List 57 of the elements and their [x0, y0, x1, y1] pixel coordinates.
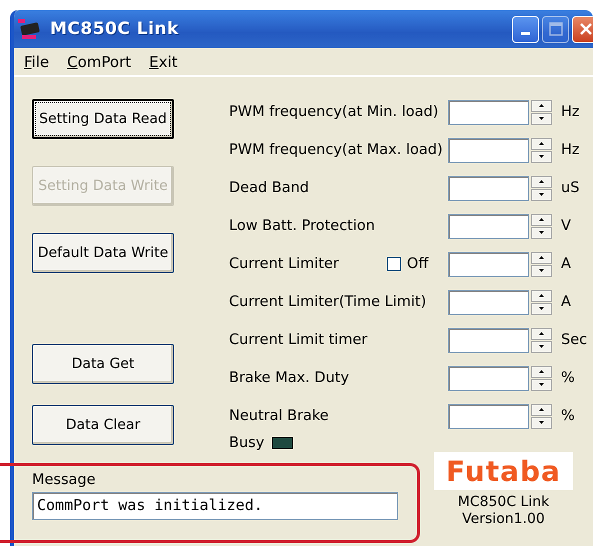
setting-label: Current Limiter	[229, 256, 339, 272]
setting-label: Brake Max. Duty	[229, 370, 350, 386]
checkbox[interactable]	[386, 257, 401, 271]
menu-item[interactable]: ComPort	[67, 52, 132, 70]
version-text: MC850C Link Version1.00	[458, 494, 550, 528]
minimize-icon	[521, 32, 530, 35]
checkbox-label: Off	[406, 256, 428, 272]
input-field[interactable]	[448, 138, 529, 162]
setting-label: Current Limit timer	[229, 332, 368, 348]
maximize-button[interactable]	[542, 16, 569, 42]
spin-buttons[interactable]	[531, 290, 552, 314]
unit-label: V	[561, 218, 571, 234]
input-field[interactable]	[448, 100, 529, 124]
setting-label: Low Batt. Protection	[229, 218, 375, 234]
input-field[interactable]	[448, 290, 529, 314]
setting-label: PWM frequency(at Min. load)	[229, 104, 438, 120]
message-label: Message	[32, 472, 97, 488]
menu-item[interactable]: File	[24, 52, 50, 70]
input-field[interactable]	[448, 252, 529, 276]
minimize-button[interactable]	[512, 16, 539, 42]
input-field[interactable]	[448, 404, 529, 428]
spin-buttons[interactable]	[531, 214, 552, 238]
setting-label: Neutral Brake	[229, 408, 329, 424]
unit-label: A	[561, 294, 571, 310]
action-button[interactable]: Data Get	[32, 344, 174, 384]
input-field[interactable]	[448, 176, 529, 200]
action-button[interactable]: Data Clear	[32, 405, 174, 445]
unit-label: %	[561, 408, 575, 424]
spin-buttons[interactable]	[531, 100, 552, 124]
spin-buttons[interactable]	[531, 252, 552, 276]
unit-label: Hz	[561, 104, 580, 120]
unit-label: Sec	[561, 332, 588, 348]
input-field[interactable]	[448, 214, 529, 238]
action-button[interactable]: Setting Data Read	[32, 99, 174, 139]
input-field[interactable]	[448, 366, 529, 390]
spin-buttons[interactable]	[531, 138, 552, 162]
close-button[interactable]	[572, 16, 593, 42]
spin-buttons[interactable]	[531, 176, 552, 200]
spin-buttons[interactable]	[531, 328, 552, 352]
message-field[interactable]: CommPort was initialized.	[32, 492, 398, 520]
action-button[interactable]: Default Data Write	[32, 233, 174, 273]
brand-logo: Futaba	[434, 452, 573, 490]
unit-label: A	[561, 256, 571, 272]
unit-label: Hz	[561, 142, 580, 158]
busy-label: Busy	[229, 435, 264, 451]
setting-label: Dead Band	[229, 180, 310, 196]
window-title: MC850C Link	[50, 19, 179, 39]
setting-label: PWM frequency(at Max. load)	[229, 142, 443, 158]
setting-label: Current Limiter(Time Limit)	[229, 294, 426, 310]
maximize-icon	[548, 22, 562, 36]
spin-buttons[interactable]	[531, 366, 552, 390]
unit-label: %	[561, 370, 575, 386]
spin-buttons[interactable]	[531, 404, 552, 428]
close-icon	[578, 22, 592, 36]
unit-label: uS	[561, 180, 580, 196]
input-field[interactable]	[448, 328, 529, 352]
menu-item[interactable]: Exit	[149, 52, 178, 70]
